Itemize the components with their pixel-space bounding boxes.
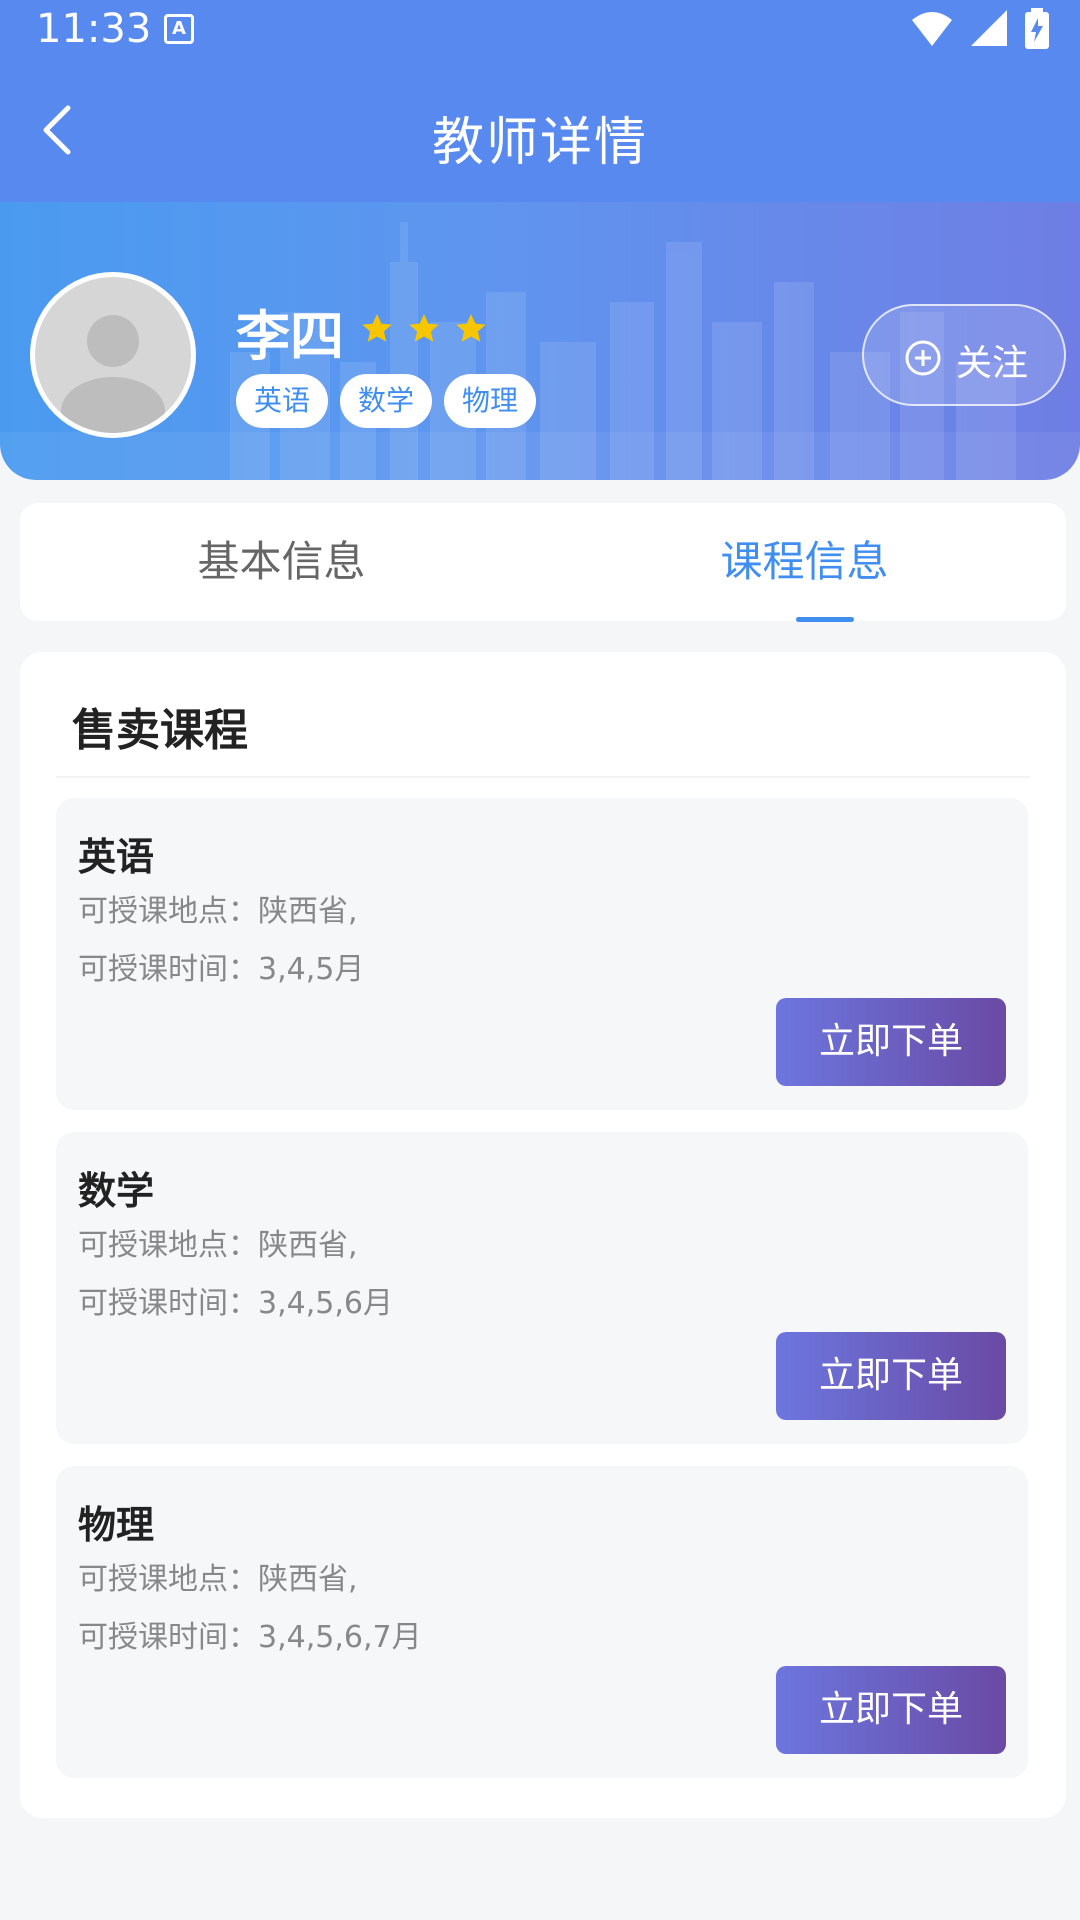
course-location: 可授课地点：陕西省,: [78, 1228, 358, 1263]
order-now-button[interactable]: 立即下单: [776, 1666, 1006, 1754]
tab-bar: 基本信息 课程信息: [20, 503, 1066, 622]
subject-tags: 英语 数学 物理: [236, 374, 548, 428]
course-item: 数学 可授课地点：陕西省, 可授课时间：3,4,5,6月 立即下单: [56, 1132, 1028, 1444]
page-title: 教师详情: [431, 113, 648, 173]
course-name: 物理: [78, 1503, 155, 1547]
subject-tag: 数学: [340, 374, 433, 428]
section-title: 售卖课程: [72, 705, 248, 756]
divider: [56, 776, 1030, 778]
star-icon: [456, 314, 486, 342]
follow-button[interactable]: 关注: [862, 304, 1066, 406]
star-icon: [362, 314, 392, 342]
plus-circle-icon: [905, 340, 941, 376]
battery-charging-icon: [1025, 8, 1049, 49]
subject-tag: 物理: [444, 374, 537, 428]
follow-label: 关注: [956, 343, 1029, 384]
course-location: 可授课地点：陕西省,: [78, 1562, 358, 1597]
courses-panel: 售卖课程 英语 可授课地点：陕西省, 可授课时间：3,4,5月 立即下单 数学 …: [20, 652, 1066, 1818]
status-time: 11:33: [36, 6, 152, 52]
course-item: 物理 可授课地点：陕西省, 可授课时间：3,4,5,6,7月 立即下单: [56, 1466, 1028, 1778]
tab-course-info[interactable]: 课程信息: [543, 503, 1066, 621]
teacher-name: 李四: [236, 305, 344, 368]
course-time: 可授课时间：3,4,5月: [78, 952, 365, 987]
accessibility-a-icon: A: [164, 14, 194, 44]
teacher-header: 李四 英语 数学 物理 关注: [0, 202, 1080, 480]
course-name: 数学: [78, 1169, 155, 1213]
order-now-button[interactable]: 立即下单: [776, 1332, 1006, 1420]
star-rating: [360, 312, 496, 350]
course-item: 英语 可授课地点：陕西省, 可授课时间：3,4,5月 立即下单: [56, 798, 1028, 1110]
course-time: 可授课时间：3,4,5,6月: [78, 1286, 393, 1321]
course-location: 可授课地点：陕西省,: [78, 894, 358, 929]
status-bar: 11:33 A: [0, 0, 1080, 58]
course-time: 可授课时间：3,4,5,6,7月: [78, 1620, 422, 1655]
tab-basic-info[interactable]: 基本信息: [20, 503, 543, 621]
person-placeholder-icon: [61, 315, 165, 433]
nav-bar: 教师详情: [0, 58, 1080, 202]
subject-tag: 英语: [236, 374, 329, 428]
signal-icon: [970, 10, 1007, 46]
wifi-icon: [911, 12, 952, 46]
course-name: 英语: [78, 835, 155, 879]
active-tab-indicator: [796, 617, 854, 622]
status-icons: [900, 8, 1050, 50]
star-icon: [409, 314, 439, 342]
order-now-button[interactable]: 立即下单: [776, 998, 1006, 1086]
avatar: [30, 272, 196, 438]
